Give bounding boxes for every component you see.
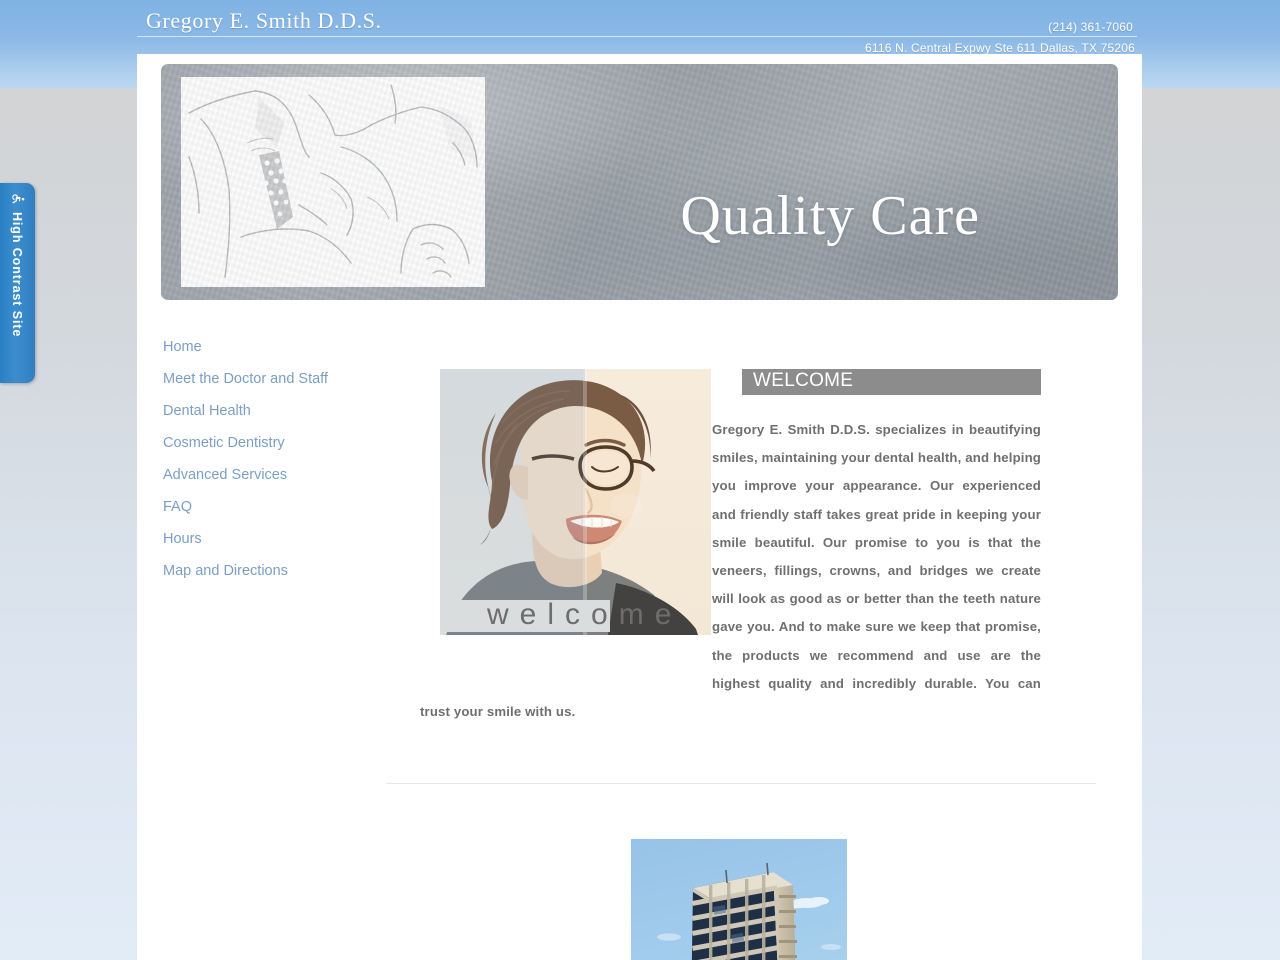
page-container: Quality Care Home Meet the Doctor and St…	[137, 54, 1142, 960]
welcome-photo-caption: welcome	[487, 598, 683, 631]
office-building-photo	[631, 839, 847, 960]
nav-item-home[interactable]: Home	[163, 331, 383, 363]
content-divider	[386, 783, 1096, 784]
text-wrap-spacer	[420, 416, 712, 671]
hero-banner: Quality Care	[161, 64, 1118, 300]
high-contrast-tab-label: High Contrast Site	[10, 212, 25, 338]
header-divider-rule	[137, 36, 1137, 37]
wheelchair-accessibility-icon	[12, 194, 25, 204]
header-address: 6116 N. Central Expwy Ste 611 Dallas, TX…	[864, 41, 1135, 55]
nav-item-dental-health[interactable]: Dental Health	[163, 395, 383, 427]
nav-item-meet-the-doctor-and-staff[interactable]: Meet the Doctor and Staff	[163, 363, 383, 395]
header-phone-number: (214) 361-7060	[1048, 20, 1133, 34]
nav-item-map-and-directions[interactable]: Map and Directions	[163, 555, 383, 587]
welcome-section-heading-bar: WELCOME	[742, 369, 1041, 395]
sidebar-navigation: Home Meet the Doctor and Staff Dental He…	[163, 331, 383, 587]
site-title: Gregory E. Smith D.D.S.	[146, 8, 382, 33]
nav-item-hours[interactable]: Hours	[163, 523, 383, 555]
welcome-section-heading: WELCOME	[753, 370, 854, 391]
high-contrast-tab-inner: High Contrast Site	[0, 183, 35, 383]
nav-item-advanced-services[interactable]: Advanced Services	[163, 459, 383, 491]
banner-dentist-photo	[181, 77, 485, 287]
high-contrast-site-tab[interactable]: High Contrast Site	[0, 183, 35, 383]
nav-item-cosmetic-dentistry[interactable]: Cosmetic Dentistry	[163, 427, 383, 459]
banner-headline: Quality Care	[680, 185, 980, 247]
welcome-body-text: Gregory E. Smith D.D.S. specializes in b…	[420, 416, 1041, 726]
nav-item-faq[interactable]: FAQ	[163, 491, 383, 523]
